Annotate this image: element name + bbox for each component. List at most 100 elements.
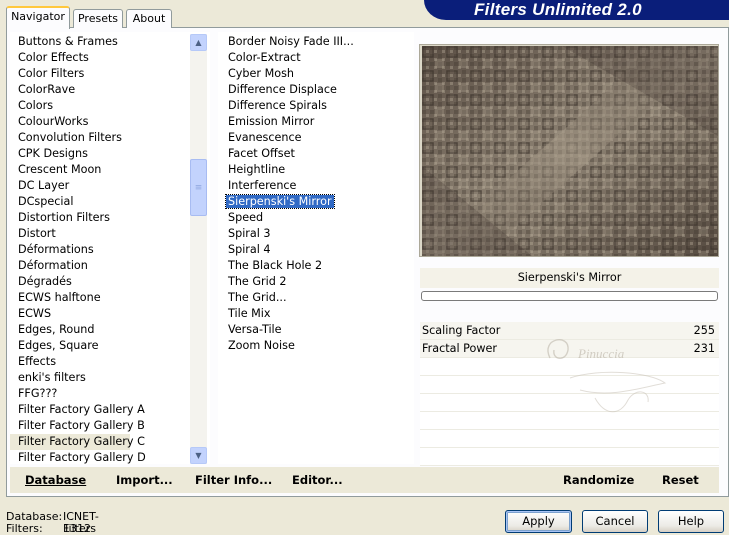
category-item[interactable]: Filter Factory Gallery A <box>10 402 145 418</box>
category-item[interactable]: Filter Factory Gallery D <box>10 450 146 464</box>
filter-item-label: Zoom Noise <box>228 339 295 352</box>
category-item[interactable]: Convolution Filters <box>10 130 130 146</box>
filter-item-label: Interference <box>228 179 297 192</box>
parameter-name: Scaling Factor <box>422 324 501 337</box>
category-item[interactable]: Déformations <box>10 242 130 258</box>
parameter-value[interactable]: 255 <box>694 322 715 340</box>
filter-item[interactable]: Heightline <box>218 162 287 178</box>
filter-item-label: The Black Hole 2 <box>228 259 323 272</box>
filter-item[interactable]: Evanescence <box>218 130 304 146</box>
category-item[interactable]: FFG??? <box>10 386 130 402</box>
scroll-up-button[interactable]: ▲ <box>190 34 207 51</box>
filter-item[interactable]: Facet Offset <box>218 146 297 162</box>
filter-item[interactable]: Versa-Tile <box>218 322 284 338</box>
scroll-down-button[interactable]: ▼ <box>190 447 207 464</box>
filter-item-label: Border Noisy Fade III... <box>228 35 354 48</box>
filter-preview-image <box>422 46 718 256</box>
parameter-value[interactable]: 231 <box>694 340 715 358</box>
category-item[interactable]: Déformation <box>10 258 130 274</box>
category-item[interactable]: Effects <box>10 354 130 370</box>
filter-item-label: Speed <box>228 211 264 224</box>
filter-item-label: Sierpenski's Mirror <box>225 194 335 209</box>
category-item[interactable]: Buttons & Frames <box>10 34 130 50</box>
category-item[interactable]: ECWS halftone <box>10 290 130 306</box>
filter-item-label: Spiral 3 <box>228 227 271 240</box>
help-button[interactable]: Help <box>658 510 724 533</box>
filter-item-label: The Grid... <box>228 291 287 304</box>
randomize-label: Randomize <box>563 473 635 487</box>
filter-item[interactable]: Spiral 3 <box>218 226 273 242</box>
selected-filter-title: Sierpenski's Mirror <box>420 268 719 288</box>
filter-item[interactable]: Spiral 4 <box>218 242 273 258</box>
filter-item[interactable]: Emission Mirror <box>218 114 316 130</box>
category-item[interactable]: Edges, Round <box>10 322 130 338</box>
filter-info-button[interactable]: Filter Info... <box>195 467 272 493</box>
filters-status-label: Filters: <box>6 522 43 535</box>
filter-item[interactable]: Speed <box>218 210 265 226</box>
filter-item-label: Cyber Mosh <box>228 67 294 80</box>
filter-item-label: Heightline <box>228 163 286 176</box>
apply-button[interactable]: Apply <box>505 510 572 533</box>
tab-presets[interactable]: Presets <box>73 9 123 28</box>
category-scrollbar[interactable]: ▲ ≡ ▼ <box>190 34 207 464</box>
filter-item[interactable]: Difference Displace <box>218 82 339 98</box>
filter-item[interactable]: Color-Extract <box>218 50 303 66</box>
filter-item-label: Color-Extract <box>228 51 301 64</box>
filter-item[interactable]: Border Noisy Fade III... <box>218 34 356 50</box>
parameter-row[interactable]: Scaling Factor 255 <box>420 322 719 340</box>
category-item[interactable]: Colors <box>10 98 130 114</box>
filter-item[interactable]: The Grid 2 <box>218 274 289 290</box>
filter-item-label: The Grid 2 <box>228 275 287 288</box>
parameter-row[interactable]: Fractal Power 231 <box>420 340 719 358</box>
category-item[interactable]: Edges, Square <box>10 338 130 354</box>
category-item[interactable]: Color Effects <box>10 50 130 66</box>
category-item[interactable]: Dégradés <box>10 274 130 290</box>
category-item[interactable]: Distort <box>10 226 130 242</box>
filter-item-label: Tile Mix <box>228 307 271 320</box>
category-item[interactable]: CPK Designs <box>10 146 130 162</box>
import-label: Import... <box>116 473 173 487</box>
database-button[interactable]: Database <box>25 467 86 493</box>
category-list[interactable]: Buttons & Frames Color Effects Color Filte… <box>10 32 210 464</box>
filter-item[interactable]: Difference Spirals <box>218 98 329 114</box>
category-item[interactable]: ECWS <box>10 306 130 322</box>
scroll-thumb[interactable]: ≡ <box>190 159 207 216</box>
filter-item-label: Versa-Tile <box>228 323 282 336</box>
filter-item[interactable]: The Grid... <box>218 290 289 306</box>
reset-button[interactable]: Reset <box>662 467 699 493</box>
database-label: Database <box>25 473 87 487</box>
parameter-row <box>420 430 719 448</box>
filter-item-label: Difference Spirals <box>228 99 327 112</box>
category-item[interactable]: ColorRave <box>10 82 130 98</box>
category-item[interactable]: DC Layer <box>10 178 130 194</box>
filter-item[interactable]: Cyber Mosh <box>218 66 296 82</box>
filter-item[interactable]: Zoom Noise <box>218 338 297 354</box>
tab-navigator[interactable]: Navigator <box>6 6 70 29</box>
category-item[interactable]: Filter Factory Gallery B <box>10 418 145 434</box>
import-button[interactable]: Import... <box>116 467 173 493</box>
filter-item[interactable]: Interference <box>218 178 298 194</box>
cancel-button[interactable]: Cancel <box>582 510 648 533</box>
filter-item[interactable]: Sierpenski's Mirror <box>218 194 335 210</box>
category-item[interactable]: Filter Factory Gallery C <box>10 434 145 450</box>
category-item[interactable]: Crescent Moon <box>10 162 130 178</box>
filter-info-label: Filter Info... <box>195 473 273 487</box>
filter-item-label: Emission Mirror <box>228 115 315 128</box>
editor-button[interactable]: Editor... <box>292 467 343 493</box>
filter-item[interactable]: Tile Mix <box>218 306 273 322</box>
filter-item[interactable]: The Black Hole 2 <box>218 258 324 274</box>
category-item[interactable]: Distortion Filters <box>10 210 130 226</box>
reset-label: Reset <box>662 473 699 487</box>
chevron-down-icon: ▼ <box>195 451 202 460</box>
category-item[interactable]: DCspecial <box>10 194 130 210</box>
category-item[interactable]: Color Filters <box>10 66 130 82</box>
parameter-list: Scaling Factor 255 Fractal Power 231 <box>420 322 719 466</box>
parameter-row <box>420 376 719 394</box>
app-title-banner: Filters Unlimited 2.0 <box>424 0 729 20</box>
tab-about[interactable]: About <box>126 9 172 28</box>
category-item[interactable]: ColourWorks <box>10 114 130 130</box>
category-item[interactable]: enki's filters <box>10 370 130 386</box>
randomize-button[interactable]: Randomize <box>563 467 634 493</box>
filter-list[interactable]: Border Noisy Fade III... Color-Extract Cyb… <box>218 32 414 464</box>
parameter-row <box>420 358 719 376</box>
